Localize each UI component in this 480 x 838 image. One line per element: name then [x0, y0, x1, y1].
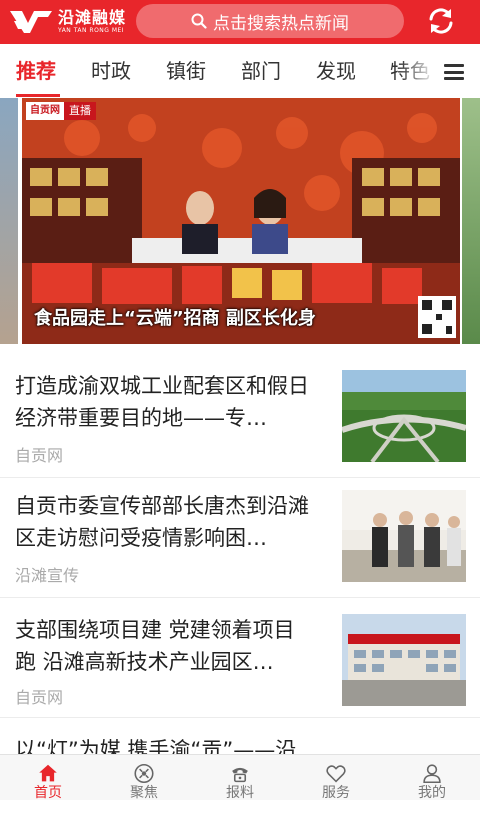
news-source: 沿滩宣传 — [15, 566, 80, 585]
nav-service[interactable]: 服务 — [288, 755, 384, 801]
news-title[interactable]: 自贡市委宣传部部长唐杰到沿滩区走访慰问受疫情影响困… — [15, 490, 315, 554]
banner-prev-peek — [0, 98, 18, 344]
app-header: 沿滩融媒 YAN TAN RONG MEI 点击搜索热点新闻 — [0, 0, 480, 44]
nav-profile[interactable]: 我的 — [384, 755, 480, 801]
bottom-nav: 首页 聚焦 报料 服务 我的 — [0, 754, 480, 801]
phone-icon — [232, 767, 248, 783]
logo-subtitle: YAN TAN RONG MEI — [58, 27, 125, 34]
news-title[interactable]: 支部围绕项目建 党建领着项目跑 沿滩高新技术产业园区… — [15, 614, 315, 678]
nav-report[interactable]: 报料 — [192, 755, 288, 801]
news-item[interactable]: 自贡市委宣传部部长唐杰到沿滩区走访慰问受疫情影响困… 沿滩宣传 — [0, 478, 480, 598]
news-item[interactable]: 打造成渝双城工业配套区和假日经济带重要目的地——专… 自贡网 — [0, 358, 480, 478]
tab-towns[interactable]: 镇街 — [166, 58, 206, 84]
nav-service-label: 服务 — [322, 785, 350, 801]
user-icon — [423, 764, 441, 784]
nav-home[interactable]: 首页 — [0, 755, 96, 801]
news-source: 自贡网 — [15, 688, 64, 707]
tab-discover[interactable]: 发现 — [316, 58, 356, 84]
news-thumbnail — [342, 614, 466, 706]
news-source: 自贡网 — [15, 446, 64, 465]
heart-icon — [326, 765, 346, 783]
news-thumbnail — [342, 370, 466, 462]
nav-focus[interactable]: 聚焦 — [96, 755, 192, 801]
tab-politics[interactable]: 时政 — [91, 58, 131, 84]
nav-focus-label: 聚焦 — [130, 785, 158, 801]
news-thumbnail — [342, 490, 466, 582]
nav-report-label: 报料 — [226, 785, 254, 801]
news-title[interactable]: 打造成渝双城工业配套区和假日经济带重要目的地——专… — [15, 370, 315, 434]
tab-recommend[interactable]: 推荐 — [16, 58, 56, 84]
menu-icon[interactable] — [444, 64, 464, 80]
home-icon — [39, 764, 57, 782]
category-tabs: 推荐 时政 镇街 部门 发现 特色 — [0, 44, 480, 98]
tab-departments[interactable]: 部门 — [241, 58, 281, 84]
banner-caption: 食品园走上“云端”招商 副区长化身 — [34, 308, 316, 329]
logo-mark-icon — [10, 11, 52, 33]
active-tab-indicator — [16, 94, 60, 97]
search-icon — [191, 13, 207, 29]
source-badge: 自贡网 直播 — [26, 102, 96, 120]
banner-slide[interactable]: 自贡网 直播 食品园走上“云端”招商 副区长化身 — [22, 98, 460, 344]
refresh-icon[interactable] — [426, 6, 456, 36]
app-logo: 沿滩融媒 YAN TAN RONG MEI — [8, 4, 132, 40]
badge-logo: 自贡网 — [26, 102, 64, 120]
banner-next-peek — [462, 98, 480, 344]
tabs-fade — [400, 44, 436, 98]
live-badge: 直播 — [64, 102, 96, 120]
search-placeholder: 点击搜索热点新闻 — [213, 13, 349, 34]
banner-carousel[interactable]: 自贡网 直播 食品园走上“云端”招商 副区长化身 — [0, 98, 480, 346]
nav-home-label: 首页 — [34, 785, 62, 801]
nav-profile-label: 我的 — [418, 785, 446, 801]
news-item[interactable]: 支部围绕项目建 党建领着项目跑 沿滩高新技术产业园区… 自贡网 — [0, 598, 480, 718]
logo-title: 沿滩融媒 — [58, 8, 127, 27]
search-bar[interactable]: 点击搜索热点新闻 — [136, 4, 404, 38]
focus-icon — [134, 763, 154, 784]
